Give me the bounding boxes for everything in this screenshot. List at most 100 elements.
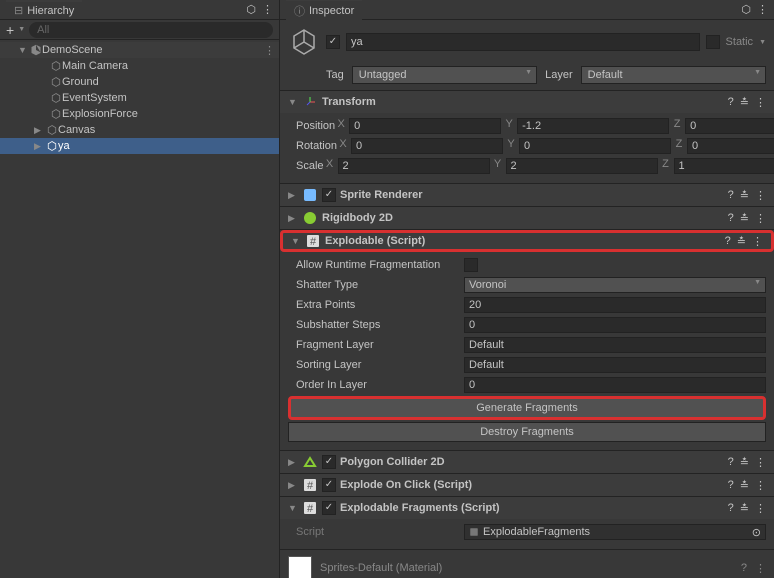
tag-dropdown[interactable]: Untagged bbox=[352, 66, 537, 84]
enable-checkbox[interactable] bbox=[322, 188, 336, 202]
preset-icon[interactable]: ≛ bbox=[740, 502, 749, 515]
scale-y-input[interactable] bbox=[506, 158, 658, 174]
help-icon[interactable]: ? bbox=[728, 479, 734, 492]
hierarchy-icon bbox=[14, 4, 23, 17]
menu-icon[interactable]: ⋮ bbox=[757, 3, 768, 16]
lock-icon[interactable]: ⬡ bbox=[741, 3, 751, 16]
inspector-tab[interactable]: Inspector bbox=[286, 0, 362, 21]
menu-icon[interactable]: ⋮ bbox=[755, 456, 766, 469]
sorting-layer-input[interactable] bbox=[464, 357, 766, 373]
menu-icon[interactable]: ⋮ bbox=[755, 96, 766, 109]
active-checkbox[interactable] bbox=[326, 35, 340, 49]
transform-header[interactable]: ▼ Transform ? ≛ ⋮ bbox=[280, 91, 774, 113]
help-icon[interactable]: ? bbox=[728, 96, 734, 109]
tree-item-selected[interactable]: ▶ ya bbox=[0, 138, 279, 154]
svg-text:#: # bbox=[310, 236, 317, 248]
rotation-z-input[interactable] bbox=[687, 138, 774, 154]
expand-arrow-icon[interactable]: ▼ bbox=[288, 503, 298, 513]
hierarchy-header: Hierarchy ⬡ ⋮ bbox=[0, 0, 279, 20]
explode-on-click-header[interactable]: ▶ # Explode On Click (Script) ?≛⋮ bbox=[280, 474, 774, 496]
menu-icon[interactable]: ⋮ bbox=[755, 212, 766, 225]
scale-row: Scale X Y Z bbox=[288, 157, 766, 175]
shatter-type-dropdown[interactable]: Voronoi bbox=[464, 277, 766, 293]
expand-arrow-icon[interactable]: ▶ bbox=[288, 213, 298, 224]
preset-icon[interactable]: ≛ bbox=[740, 189, 749, 202]
rotation-y-input[interactable] bbox=[519, 138, 671, 154]
menu-icon[interactable]: ⋮ bbox=[755, 189, 766, 202]
scale-z-input[interactable] bbox=[674, 158, 774, 174]
menu-icon[interactable]: ⋮ bbox=[752, 235, 763, 248]
position-x-input[interactable] bbox=[349, 118, 501, 134]
enable-checkbox[interactable] bbox=[322, 478, 336, 492]
expand-arrow-icon[interactable]: ▼ bbox=[18, 45, 30, 55]
expand-arrow-icon[interactable]: ▶ bbox=[288, 457, 298, 468]
position-y-input[interactable] bbox=[517, 118, 669, 134]
sprite-renderer-header[interactable]: ▶ Sprite Renderer ?≛⋮ bbox=[280, 184, 774, 206]
tree-item[interactable]: Ground bbox=[0, 74, 279, 90]
help-icon[interactable]: ? bbox=[728, 212, 734, 225]
help-icon[interactable]: ? bbox=[725, 235, 731, 248]
expand-arrow-icon[interactable]: ▶ bbox=[288, 480, 298, 491]
help-icon[interactable]: ? bbox=[728, 189, 734, 202]
menu-icon[interactable]: ⋮ bbox=[755, 562, 766, 575]
layer-dropdown[interactable]: Default bbox=[581, 66, 766, 84]
expand-arrow-icon[interactable]: ▼ bbox=[291, 236, 301, 246]
hierarchy-tab[interactable]: Hierarchy bbox=[6, 0, 82, 19]
material-preview[interactable] bbox=[288, 556, 312, 578]
order-input[interactable] bbox=[464, 377, 766, 393]
subshatter-input[interactable] bbox=[464, 317, 766, 333]
enable-checkbox[interactable] bbox=[322, 501, 336, 515]
item-label: ya bbox=[58, 140, 70, 152]
menu-icon[interactable]: ⋮ bbox=[755, 479, 766, 492]
preset-icon[interactable]: ≛ bbox=[737, 235, 746, 248]
tree-item[interactable]: EventSystem bbox=[0, 90, 279, 106]
object-picker-icon[interactable]: ⊙ bbox=[752, 526, 761, 539]
menu-icon[interactable]: ⋮ bbox=[755, 502, 766, 515]
enable-checkbox[interactable] bbox=[322, 455, 336, 469]
search-input[interactable] bbox=[29, 22, 273, 38]
lock-icon[interactable]: ⬡ bbox=[246, 3, 256, 16]
static-checkbox[interactable] bbox=[706, 35, 720, 49]
menu-icon[interactable]: ⋮ bbox=[262, 3, 273, 16]
fragment-layer-input[interactable] bbox=[464, 337, 766, 353]
add-button[interactable]: + bbox=[6, 22, 14, 38]
expand-arrow-icon[interactable]: ▶ bbox=[34, 125, 46, 136]
y-label: Y bbox=[503, 118, 515, 134]
tree-item[interactable]: ▶ Canvas bbox=[0, 122, 279, 138]
static-dropdown-icon[interactable]: ▼ bbox=[759, 39, 766, 46]
tree-item[interactable]: Main Camera bbox=[0, 58, 279, 74]
rigidbody-component: ▶ Rigidbody 2D ?≛⋮ bbox=[280, 206, 774, 229]
preset-icon[interactable]: ≛ bbox=[740, 212, 749, 225]
explodable-header[interactable]: ▼ # Explodable (Script) ?≛⋮ bbox=[280, 230, 774, 252]
extra-points-input[interactable] bbox=[464, 297, 766, 313]
scene-menu-icon[interactable]: ⋮ bbox=[264, 44, 275, 57]
scale-x-input[interactable] bbox=[338, 158, 490, 174]
gameobject-icon bbox=[46, 140, 58, 152]
polygon-collider-header[interactable]: ▶ Polygon Collider 2D ?≛⋮ bbox=[280, 451, 774, 473]
generate-fragments-button[interactable]: Generate Fragments bbox=[288, 396, 766, 420]
preset-icon[interactable]: ≛ bbox=[740, 96, 749, 109]
preset-icon[interactable]: ≛ bbox=[740, 479, 749, 492]
expand-arrow-icon[interactable]: ▶ bbox=[288, 190, 298, 201]
script-ref-icon bbox=[469, 527, 479, 537]
help-icon[interactable]: ? bbox=[741, 562, 747, 574]
expand-arrow-icon[interactable]: ▼ bbox=[288, 97, 298, 107]
z-label: Z bbox=[660, 158, 672, 174]
object-header: Static ▼ bbox=[280, 20, 774, 64]
expand-arrow-icon[interactable]: ▶ bbox=[34, 141, 46, 152]
preset-icon[interactable]: ≛ bbox=[740, 456, 749, 469]
gameobject-icon bbox=[50, 76, 62, 88]
help-icon[interactable]: ? bbox=[728, 502, 734, 515]
allow-runtime-checkbox[interactable] bbox=[464, 258, 478, 272]
add-dropdown[interactable]: ▼ bbox=[18, 26, 25, 33]
destroy-fragments-button[interactable]: Destroy Fragments bbox=[288, 422, 766, 442]
tree-item[interactable]: ExplosionForce bbox=[0, 106, 279, 122]
position-z-input[interactable] bbox=[685, 118, 774, 134]
rigidbody-header[interactable]: ▶ Rigidbody 2D ?≛⋮ bbox=[280, 207, 774, 229]
item-label: Ground bbox=[62, 76, 99, 88]
help-icon[interactable]: ? bbox=[728, 456, 734, 469]
rotation-x-input[interactable] bbox=[351, 138, 503, 154]
object-name-input[interactable] bbox=[346, 33, 700, 51]
explodable-fragments-header[interactable]: ▼ # Explodable Fragments (Script) ?≛⋮ bbox=[280, 497, 774, 519]
tree-scene[interactable]: ▼ DemoScene ⋮ bbox=[0, 42, 279, 58]
